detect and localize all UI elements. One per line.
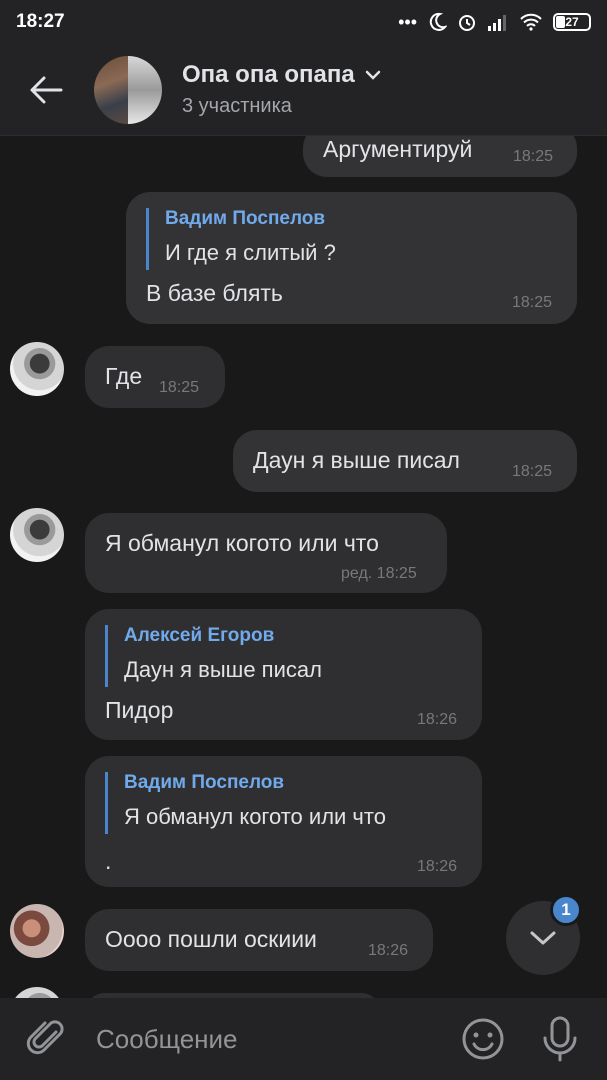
message-bubble[interactable]: Где 18:25 [85, 346, 225, 408]
signal-icon [488, 15, 506, 31]
reply-text: И где я слитый ? [165, 240, 336, 265]
sender-avatar[interactable] [10, 987, 64, 998]
message-bubble[interactable]: Аргументируй 18:25 [303, 136, 577, 177]
message-time: 18:25 [512, 294, 553, 311]
message-bubble[interactable]: Вадим Поспелов Я обманул когото или что … [85, 756, 482, 887]
message-bubble[interactable]: Даун я выше писал 18:25 [233, 430, 577, 492]
reply-author: Алексей Егоров [124, 625, 275, 646]
moon-icon [429, 12, 447, 31]
wifi-icon [520, 13, 542, 31]
message-time: 18:26 [417, 711, 458, 728]
paperclip-icon[interactable] [26, 1018, 68, 1060]
message-text: Я обманул когото или что [105, 530, 379, 556]
message-text: Где [105, 363, 143, 389]
alarm-icon [459, 15, 475, 31]
sender-avatar[interactable] [10, 342, 64, 396]
reply-quote[interactable]: Вадим Поспелов Я обманул когото или что [105, 772, 386, 834]
message-text: Аргументируй [323, 136, 473, 162]
sender-avatar[interactable] [10, 508, 64, 562]
message-text: . [105, 848, 112, 874]
back-button[interactable] [0, 44, 92, 136]
message-time: 18:26 [417, 858, 458, 875]
reply-text: Я обманул когото или что [124, 804, 386, 829]
message-bubble[interactable]: Оооо пошли оскиии 18:26 [85, 909, 433, 971]
reply-author: Вадим Поспелов [124, 772, 285, 793]
message-time: 18:26 [368, 942, 409, 959]
status-icons: ••• 27 [398, 12, 591, 33]
reply-quote[interactable]: Алексей Егоров Даун я выше писал [105, 625, 322, 687]
battery-icon: 27 [553, 13, 591, 31]
message-text: Оооо пошли оскиии [105, 926, 317, 952]
message-list[interactable]: Аргументируй 18:25 Вадим Поспелов И где … [0, 136, 607, 998]
chevron-down-icon [365, 70, 380, 80]
message-time: 18:25 [513, 148, 554, 165]
message-text: Даун я выше писал [253, 447, 460, 473]
microphone-icon[interactable] [540, 1016, 580, 1062]
sender-avatar[interactable] [10, 904, 64, 958]
battery-level: 27 [565, 15, 579, 29]
message-time: ред. 18:25 [341, 565, 417, 582]
emoji-icon[interactable] [460, 1016, 506, 1062]
reply-text: Даун я выше писал [124, 657, 322, 682]
more-dots-icon: ••• [398, 11, 417, 32]
message-text: Пидор [105, 697, 174, 723]
chat-title: Опа опа опапа [182, 61, 355, 88]
status-bar: 18:27 ••• 27 [0, 0, 607, 44]
unread-badge: 1 [550, 894, 582, 926]
message-input[interactable] [96, 1016, 436, 1062]
message-composer [0, 998, 607, 1080]
chat-subtitle: 3 участника [182, 95, 292, 117]
chat-info[interactable]: Опа опа опапа 3 участника [182, 61, 381, 118]
message-time: 18:25 [512, 463, 553, 480]
message-time: 18:25 [159, 379, 200, 396]
message-bubble[interactable]: Я обманул когото или что ред. 18:25 [85, 513, 447, 593]
back-arrow-icon [30, 76, 63, 103]
message-bubble[interactable]: Алексей Егоров Даун я выше писал Пидор 1… [85, 609, 482, 740]
scroll-down-icon [530, 931, 556, 945]
status-time: 18:27 [16, 11, 65, 32]
chat-header: Опа опа опапа 3 участника [0, 44, 607, 136]
message-text: В базе блять [146, 280, 283, 306]
chat-avatar[interactable] [94, 55, 162, 124]
reply-quote[interactable]: Вадим Поспелов И где я слитый ? [146, 208, 336, 270]
reply-author: Вадим Поспелов [165, 208, 326, 229]
message-bubble[interactable]: Вадим Поспелов И где я слитый ? В базе б… [126, 192, 577, 324]
